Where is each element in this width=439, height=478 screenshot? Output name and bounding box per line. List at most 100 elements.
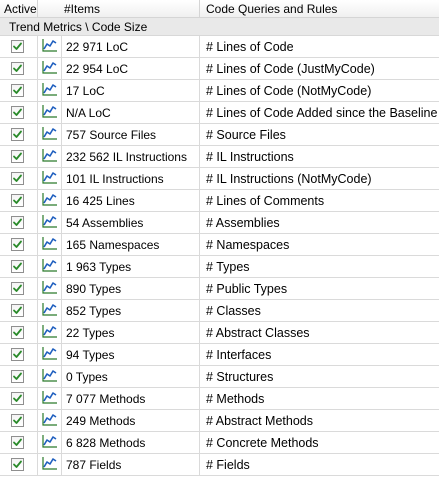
checkbox-checked-icon[interactable] [11, 84, 24, 97]
checkbox-checked-icon[interactable] [11, 128, 24, 141]
table-row[interactable]: 22 Types # Abstract Classes [0, 322, 439, 344]
checkbox-checked-icon[interactable] [11, 458, 24, 471]
checkbox-checked-icon[interactable] [11, 106, 24, 119]
rule-name[interactable]: # Lines of Code (JustMyCode) [200, 58, 439, 79]
group-header[interactable]: Trend Metrics \ Code Size [0, 18, 439, 36]
rule-name[interactable]: # Source Files [200, 124, 439, 145]
items-count[interactable]: 16 425 Lines [62, 190, 200, 211]
checkbox-checked-icon[interactable] [11, 436, 24, 449]
items-count[interactable]: 17 LoC [62, 80, 200, 101]
rule-name[interactable]: # Structures [200, 366, 439, 387]
table-row[interactable]: 232 562 IL Instructions # IL Instructions [0, 146, 439, 168]
items-count[interactable]: 7 077 Methods [62, 388, 200, 409]
rule-name[interactable]: # Namespaces [200, 234, 439, 255]
table-row[interactable]: 94 Types # Interfaces [0, 344, 439, 366]
trend-cell [38, 278, 62, 299]
items-count[interactable]: 94 Types [62, 344, 200, 365]
rule-name[interactable]: # IL Instructions [200, 146, 439, 167]
items-count[interactable]: 249 Methods [62, 410, 200, 431]
rule-name[interactable]: # Types [200, 256, 439, 277]
rule-name[interactable]: # Classes [200, 300, 439, 321]
table-row[interactable]: 0 Types # Structures [0, 366, 439, 388]
checkbox-checked-icon[interactable] [11, 172, 24, 185]
rule-name[interactable]: # IL Instructions (NotMyCode) [200, 168, 439, 189]
trend-cell [38, 168, 62, 189]
trend-cell [38, 36, 62, 57]
checkbox-checked-icon[interactable] [11, 194, 24, 207]
table-row[interactable]: 757 Source Files # Source Files [0, 124, 439, 146]
checkbox-checked-icon[interactable] [11, 238, 24, 251]
checkbox-checked-icon[interactable] [11, 348, 24, 361]
items-count[interactable]: N/A LoC [62, 102, 200, 123]
rule-name[interactable]: # Public Types [200, 278, 439, 299]
items-count[interactable]: 101 IL Instructions [62, 168, 200, 189]
items-count[interactable]: 22 971 LoC [62, 36, 200, 57]
active-cell [0, 58, 38, 79]
items-count[interactable]: 890 Types [62, 278, 200, 299]
rule-name[interactable]: # Lines of Comments [200, 190, 439, 211]
table-row[interactable]: 890 Types # Public Types [0, 278, 439, 300]
rule-name[interactable]: # Methods [200, 388, 439, 409]
rule-name[interactable]: # Concrete Methods [200, 432, 439, 453]
items-count[interactable]: 232 562 IL Instructions [62, 146, 200, 167]
rule-name[interactable]: # Assemblies [200, 212, 439, 233]
trend-chart-icon [41, 368, 58, 385]
checkbox-checked-icon[interactable] [11, 392, 24, 405]
trend-cell [38, 322, 62, 343]
trend-chart-icon [41, 412, 58, 429]
checkbox-checked-icon[interactable] [11, 414, 24, 427]
table-row[interactable]: N/A LoC # Lines of Code Added since the B… [0, 102, 439, 124]
table-row[interactable]: 249 Methods # Abstract Methods [0, 410, 439, 432]
items-count[interactable]: 757 Source Files [62, 124, 200, 145]
trend-chart-icon [41, 236, 58, 253]
table-row[interactable]: 7 077 Methods # Methods [0, 388, 439, 410]
trend-chart-icon [41, 192, 58, 209]
trend-cell [38, 410, 62, 431]
checkbox-checked-icon[interactable] [11, 150, 24, 163]
items-count[interactable]: 22 954 LoC [62, 58, 200, 79]
rule-name[interactable]: # Abstract Classes [200, 322, 439, 343]
checkbox-checked-icon[interactable] [11, 216, 24, 229]
table-row[interactable]: 101 IL Instructions # IL Instructions (No… [0, 168, 439, 190]
table-row[interactable]: 16 425 Lines # Lines of Comments [0, 190, 439, 212]
rule-name[interactable]: # Lines of Code Added since the Baseline [200, 102, 439, 123]
table-row[interactable]: 54 Assemblies # Assemblies [0, 212, 439, 234]
table-row[interactable]: 1 963 Types # Types [0, 256, 439, 278]
checkbox-checked-icon[interactable] [11, 260, 24, 273]
checkbox-checked-icon[interactable] [11, 304, 24, 317]
table-row[interactable]: 6 828 Methods # Concrete Methods [0, 432, 439, 454]
trend-cell [38, 388, 62, 409]
items-count[interactable]: 0 Types [62, 366, 200, 387]
items-count[interactable]: 54 Assemblies [62, 212, 200, 233]
table-row[interactable]: 852 Types # Classes [0, 300, 439, 322]
rule-name[interactable]: # Interfaces [200, 344, 439, 365]
checkbox-checked-icon[interactable] [11, 326, 24, 339]
checkbox-checked-icon[interactable] [11, 282, 24, 295]
rule-name[interactable]: # Abstract Methods [200, 410, 439, 431]
column-header-active[interactable]: Active [0, 0, 38, 17]
items-count[interactable]: 22 Types [62, 322, 200, 343]
checkbox-checked-icon[interactable] [11, 370, 24, 383]
table-row[interactable]: 22 971 LoC # Lines of Code [0, 36, 439, 58]
table-row[interactable]: 22 954 LoC # Lines of Code (JustMyCode) [0, 58, 439, 80]
items-count[interactable]: 787 Fields [62, 454, 200, 475]
column-header-items[interactable]: #Items [38, 0, 200, 17]
checkbox-checked-icon[interactable] [11, 40, 24, 53]
trend-chart-icon [41, 456, 58, 473]
table-row[interactable]: 787 Fields # Fields [0, 454, 439, 476]
items-count[interactable]: 1 963 Types [62, 256, 200, 277]
rule-name[interactable]: # Lines of Code [200, 36, 439, 57]
items-count[interactable]: 852 Types [62, 300, 200, 321]
rule-name[interactable]: # Fields [200, 454, 439, 475]
active-cell [0, 388, 38, 409]
items-count[interactable]: 165 Namespaces [62, 234, 200, 255]
rows-container: 22 971 LoC # Lines of Code 22 954 LoC # Lin… [0, 36, 439, 476]
trend-chart-icon [41, 214, 58, 231]
items-count[interactable]: 6 828 Methods [62, 432, 200, 453]
column-header-rules[interactable]: Code Queries and Rules [200, 0, 439, 17]
rule-name[interactable]: # Lines of Code (NotMyCode) [200, 80, 439, 101]
table-row[interactable]: 17 LoC # Lines of Code (NotMyCode) [0, 80, 439, 102]
active-cell [0, 168, 38, 189]
checkbox-checked-icon[interactable] [11, 62, 24, 75]
table-row[interactable]: 165 Namespaces # Namespaces [0, 234, 439, 256]
